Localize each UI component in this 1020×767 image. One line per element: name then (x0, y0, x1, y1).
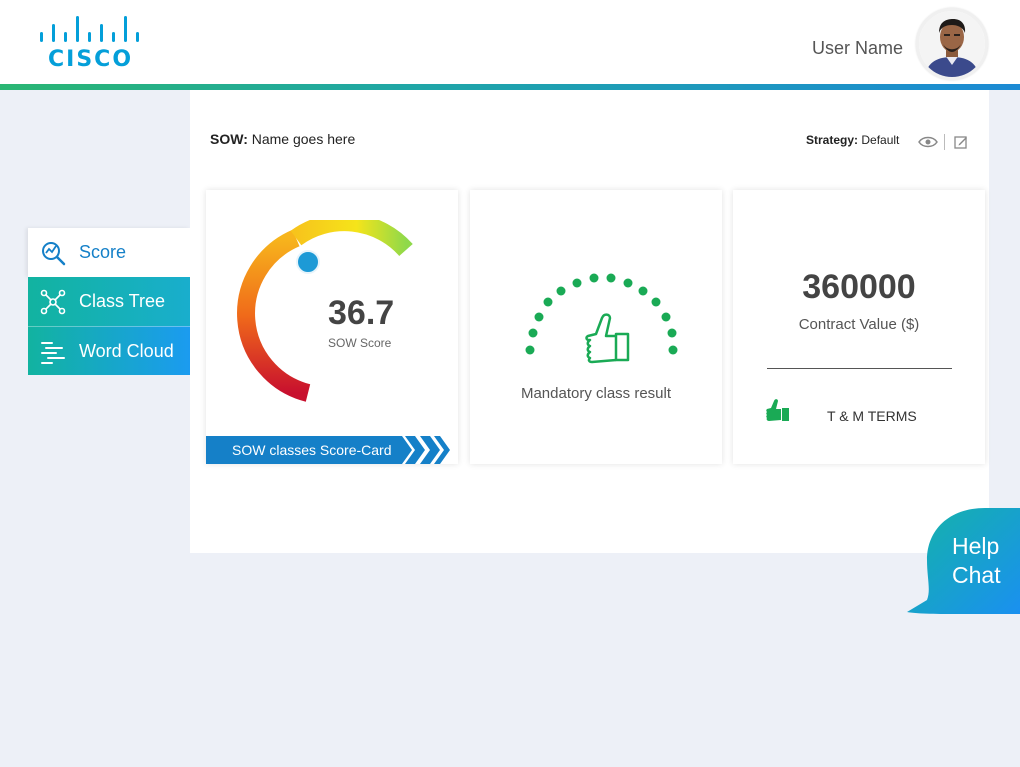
side-nav: Score Class Tree Word Cloud (28, 228, 190, 375)
mandatory-class-label: Mandatory class result (520, 385, 672, 402)
avatar[interactable] (916, 8, 988, 80)
score-card-button[interactable]: SOW classes Score-Card (206, 436, 450, 464)
nav-label-class-tree: Class Tree (79, 291, 166, 311)
app-header: CISCO User Name (0, 0, 1020, 84)
score-icon (42, 242, 66, 266)
tm-terms-label: T & M TERMS (827, 408, 917, 424)
thumbs-up-filled-icon (766, 399, 789, 421)
help-chat-line1: Help (952, 533, 1000, 559)
strategy-value: Default (861, 133, 900, 147)
contract-divider (767, 368, 952, 369)
nav-item-class-tree[interactable]: Class Tree (28, 277, 190, 326)
contract-value-label: Contract Value ($) (798, 316, 920, 333)
sow-score-card: 36.7 SOW Score SOW classes Score-Card (206, 190, 458, 464)
sow-title: SOW: Name goes here (210, 131, 355, 147)
edit-icon[interactable] (954, 135, 968, 149)
user-name[interactable]: User Name (812, 38, 903, 59)
nav-label-word-cloud: Word Cloud (79, 341, 174, 361)
nav-item-word-cloud[interactable]: Word Cloud (28, 326, 190, 375)
nav-label-score: Score (79, 242, 127, 262)
mandatory-class-card: Mandatory class result (470, 190, 722, 464)
contract-value-card: 360000 Contract Value ($) T & M TERMS (733, 190, 985, 464)
sow-score-value: 36.7 (328, 294, 395, 332)
eye-icon[interactable] (918, 135, 938, 149)
thumbs-up-icon (585, 313, 630, 364)
nav-item-score[interactable]: Score (28, 228, 190, 277)
toolbar-divider (944, 134, 945, 150)
help-chat-label[interactable]: Help Chat (952, 532, 1012, 590)
help-chat-line2: Chat (952, 562, 1001, 588)
cisco-logo-text: CISCO (48, 47, 134, 72)
strategy-label: Strategy: (806, 133, 859, 147)
sow-label: SOW: (210, 131, 248, 147)
class-tree-icon (40, 289, 66, 315)
score-card-label: SOW classes Score-Card (232, 442, 392, 458)
sow-name: Name goes here (251, 131, 356, 147)
word-cloud-icon (41, 342, 65, 364)
gauge-indicator (296, 250, 320, 274)
contract-value: 360000 (802, 268, 916, 306)
strategy: Strategy: Default (806, 133, 899, 147)
main-panel: SOW: Name goes here Strategy: Default 36… (190, 90, 989, 553)
sow-score-label: SOW Score (328, 336, 392, 350)
avatar-photo-icon (919, 11, 985, 77)
